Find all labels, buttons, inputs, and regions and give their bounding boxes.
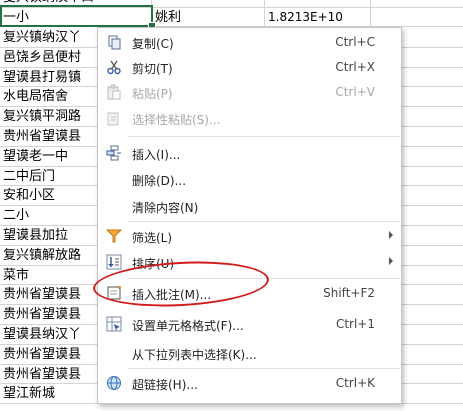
table-row[interactable]: 一小 姚利 1.8213E+10 <box>0 7 463 28</box>
table-cell[interactable] <box>371 0 463 7</box>
menu-item-label: 删除(D)... <box>132 174 187 188</box>
menu-item-label: 复制(C) <box>132 37 174 51</box>
menu-item-label: 插入(I)... <box>132 148 181 162</box>
menu-item-shortcut: Ctrl+V <box>335 85 375 99</box>
menu-item-shortcut: Ctrl+1 <box>335 317 375 331</box>
menu-item-shortcut: Ctrl+X <box>335 60 375 74</box>
table-cell[interactable]: 夏兴镇纳汉丫口 <box>0 0 152 7</box>
menu-item-label: 插入批注(M)... <box>132 288 212 302</box>
submenu-arrow-icon <box>389 231 393 239</box>
paste-icon <box>106 84 122 100</box>
filter-icon <box>105 228 123 244</box>
menu-separator <box>128 136 400 137</box>
menu-item-shortcut: Ctrl+C <box>335 35 375 49</box>
sort-icon <box>106 254 122 270</box>
menu-item-copy[interactable]: 复制(C) Ctrl+C <box>98 30 401 55</box>
table-cell[interactable] <box>371 8 463 27</box>
menu-item-delete[interactable]: 删除(D)... <box>98 167 401 192</box>
menu-item-hyperlink[interactable]: 超链接(H)... Ctrl+K <box>98 371 401 396</box>
menu-item-label: 清除内容(N) <box>132 201 199 215</box>
copy-icon <box>106 34 122 50</box>
scissors-icon <box>106 59 122 75</box>
menu-item-format-cells[interactable]: 设置单元格格式(F)... Ctrl+1 <box>98 312 401 337</box>
menu-item-label: 从下拉列表中选择(K)... <box>132 348 257 362</box>
menu-item-shortcut: Ctrl+K <box>335 376 375 390</box>
table-cell[interactable] <box>152 0 265 7</box>
menu-item-insert-comment[interactable]: 插入批注(M)... Shift+F2 <box>98 281 401 306</box>
menu-separator <box>128 221 400 222</box>
context-menu: 复制(C) Ctrl+C 剪切(T) Ctrl+X 粘贴(P) Ctrl+V 选… <box>97 27 402 404</box>
menu-item-label: 筛选(L) <box>132 231 173 245</box>
menu-item-label: 设置单元格格式(F)... <box>132 319 244 333</box>
menu-item-label: 粘贴(P) <box>132 87 173 101</box>
menu-item-cut[interactable]: 剪切(T) Ctrl+X <box>98 55 401 80</box>
menu-item-label: 选择性粘贴(S)... <box>132 113 221 127</box>
menu-separator <box>128 368 400 369</box>
table-cell[interactable]: 姚利 <box>152 7 265 27</box>
menu-item-label: 剪切(T) <box>132 62 173 76</box>
submenu-arrow-icon <box>389 257 393 265</box>
table-cell[interactable]: 1.8213E+10 <box>265 7 371 27</box>
table-cell[interactable]: 一小 <box>0 7 152 27</box>
format-cells-icon <box>106 316 122 332</box>
menu-item-clear-contents[interactable]: 清除内容(N) <box>98 194 401 219</box>
menu-item-sort[interactable]: 排序(U) <box>98 250 401 275</box>
table-cell[interactable] <box>265 0 371 7</box>
menu-item-filter[interactable]: 筛选(L) <box>98 224 401 249</box>
insert-comment-icon <box>106 285 122 301</box>
menu-item-label: 排序(U) <box>132 257 175 271</box>
paste-special-icon <box>106 110 122 126</box>
menu-item-pick-from-list[interactable]: 从下拉列表中选择(K)... <box>98 341 401 366</box>
insert-cells-icon <box>106 145 122 161</box>
menu-separator <box>128 278 400 279</box>
hyperlink-icon <box>106 375 122 391</box>
menu-item-paste-special[interactable]: 选择性粘贴(S)... <box>98 106 401 131</box>
menu-item-shortcut: Shift+F2 <box>323 286 375 300</box>
menu-item-insert[interactable]: 插入(I)... <box>98 141 401 166</box>
menu-item-paste[interactable]: 粘贴(P) Ctrl+V <box>98 80 401 105</box>
menu-item-label: 超链接(H)... <box>132 378 198 392</box>
